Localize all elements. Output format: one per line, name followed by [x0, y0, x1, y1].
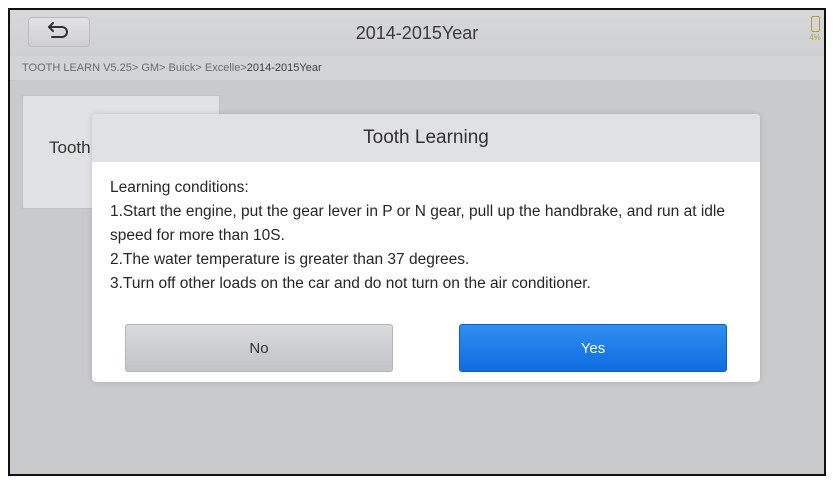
battery-indicator: 4%: [808, 16, 822, 46]
app-window: 2014-2015Year 4% TOOTH LEARN V5.25> GM> …: [8, 8, 826, 476]
dialog-body: Learning conditions: 1.Start the engine,…: [92, 162, 760, 296]
breadcrumb: TOOTH LEARN V5.25> GM> Buick> Excelle> 2…: [10, 56, 824, 81]
dialog-title: Tooth Learning: [92, 114, 760, 162]
no-button[interactable]: No: [125, 324, 393, 372]
breadcrumb-path: TOOTH LEARN V5.25> GM> Buick> Excelle>: [22, 62, 247, 74]
dialog-line: 2.The water temperature is greater than …: [110, 251, 470, 268]
dialog-line: 3.Turn off other loads on the car and do…: [110, 275, 591, 292]
back-button[interactable]: [28, 17, 90, 47]
back-arrow-icon: [46, 20, 72, 45]
dialog-line: Learning conditions:: [110, 179, 249, 196]
breadcrumb-current: 2014-2015Year: [246, 62, 322, 74]
battery-icon: [810, 16, 820, 32]
yes-button[interactable]: Yes: [459, 324, 727, 372]
dialog-line: 1.Start the engine, put the gear lever i…: [110, 203, 725, 244]
page-title: 2014-2015Year: [355, 22, 479, 43]
battery-level: 4%: [809, 33, 821, 42]
header-bar: 2014-2015Year 4%: [10, 10, 824, 57]
tooth-learning-dialog: Tooth Learning Learning conditions: 1.St…: [92, 114, 760, 382]
